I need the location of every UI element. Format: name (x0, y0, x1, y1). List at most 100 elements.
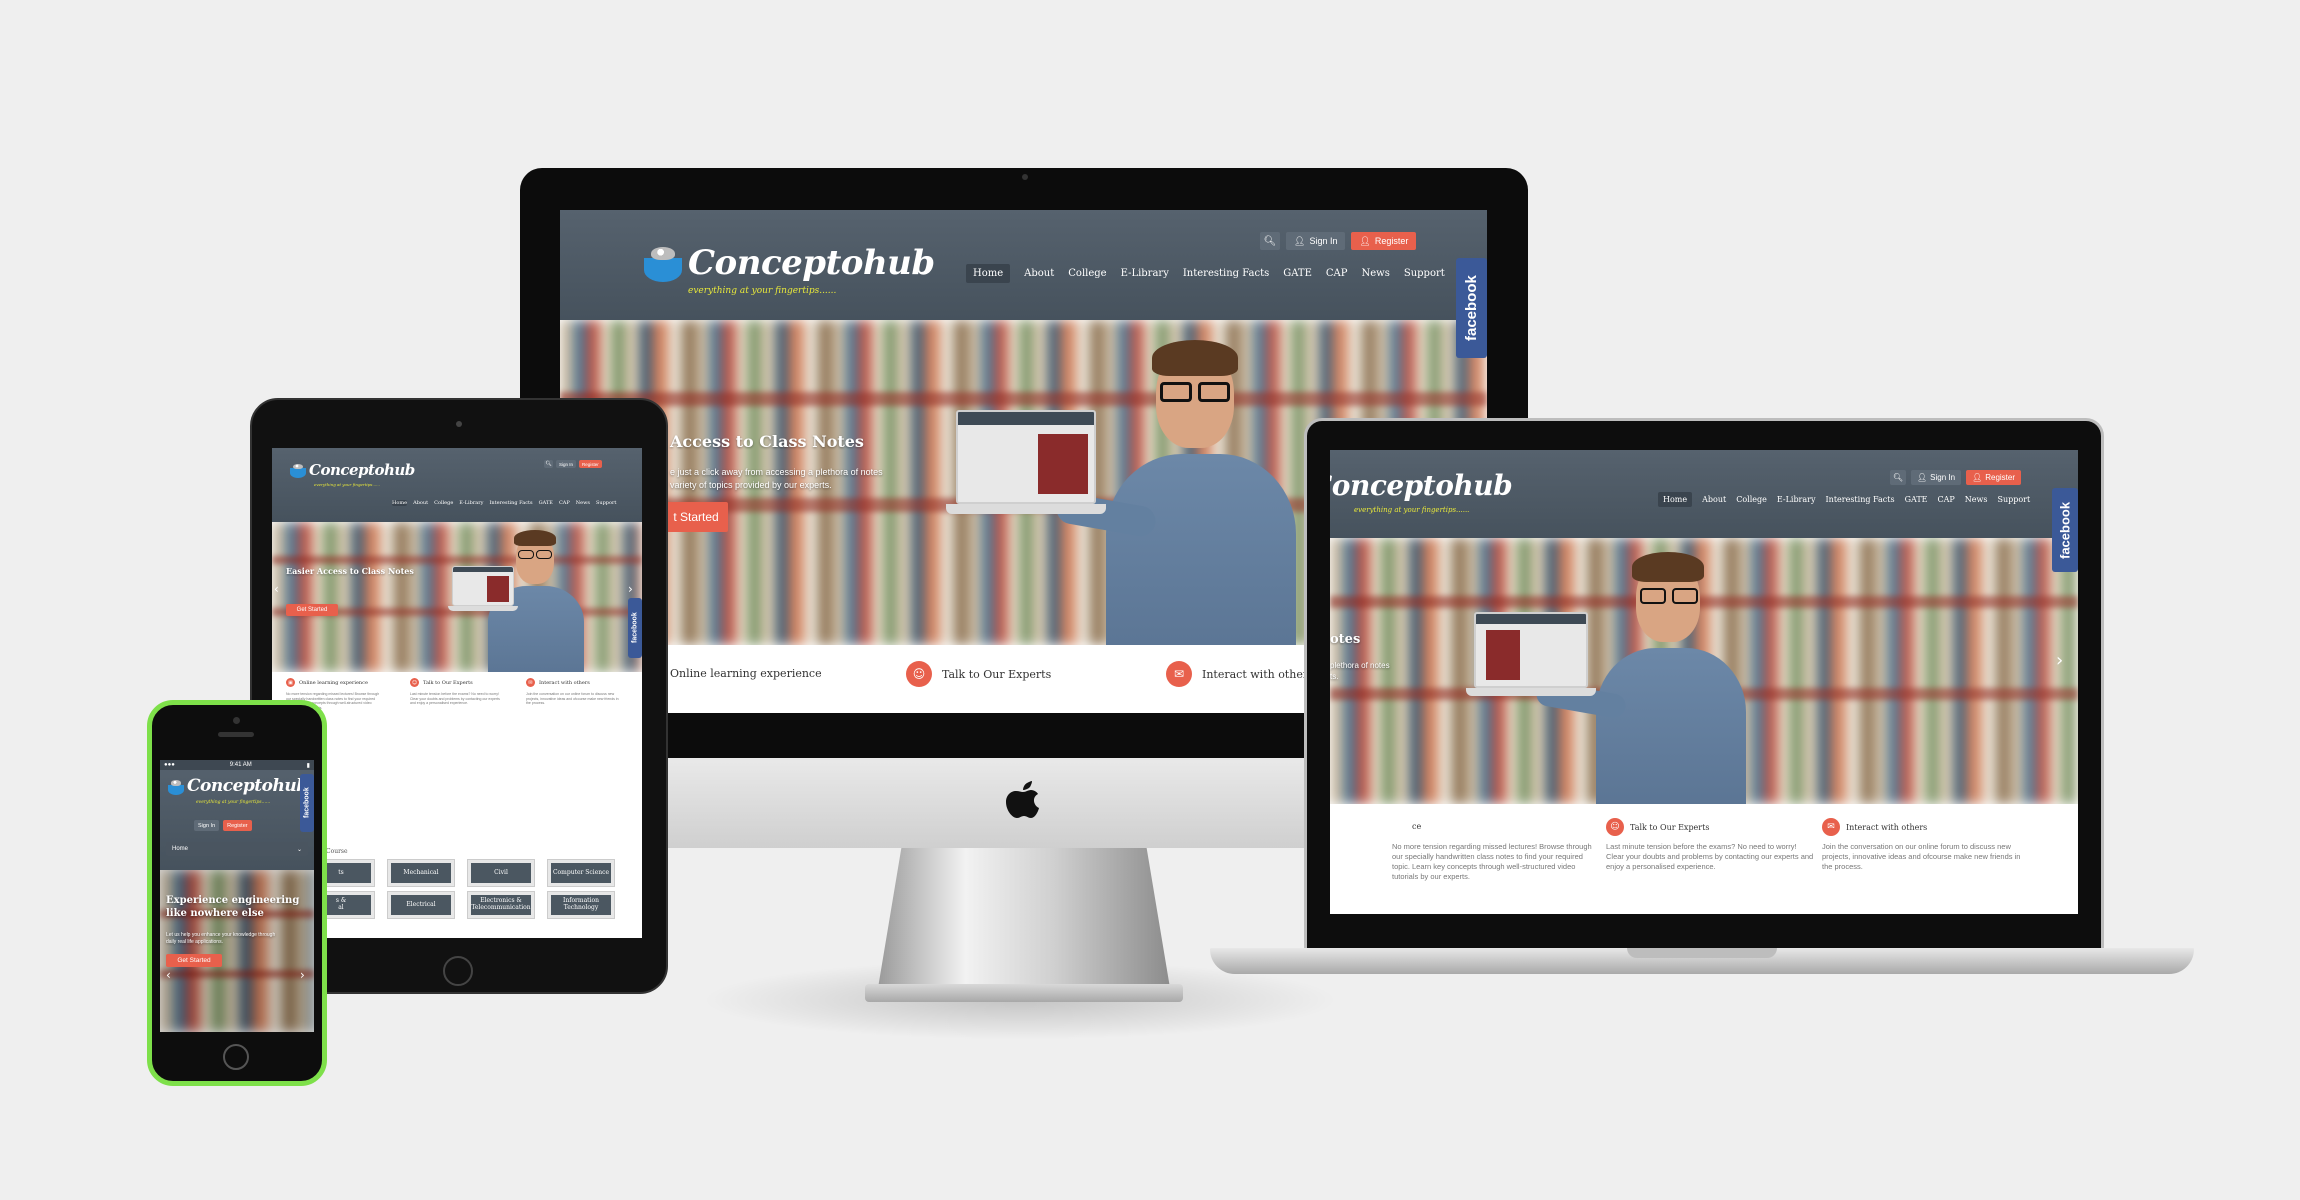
nav-support[interactable]: Support (1997, 495, 2030, 504)
nav-elibrary[interactable]: E-Library (459, 500, 483, 506)
sign-in-button[interactable]: Sign In (556, 460, 577, 468)
search-button[interactable]: 🔍︎ (1890, 470, 1906, 485)
chevron-right-icon[interactable]: › (300, 968, 305, 982)
signal-icon: ●●● (164, 762, 175, 768)
nav-news[interactable]: News (1361, 268, 1389, 279)
site-header: Conceptohub everything at your fingertip… (272, 448, 642, 522)
feature-description: Last minute tension before the exams? No… (1606, 842, 1814, 872)
iphone-home-button (223, 1044, 249, 1070)
user-icon: 👤︎ (1294, 235, 1306, 246)
chevron-left-icon[interactable]: ‹ (166, 968, 171, 982)
search-button[interactable]: 🔍︎ (1260, 232, 1280, 250)
apple-logo-icon (1006, 781, 1039, 818)
nav-home[interactable]: Home (1658, 492, 1693, 507)
course-tile[interactable]: Electronics & Telecommunication (468, 892, 534, 918)
nav-interesting-facts[interactable]: Interesting Facts (1183, 268, 1269, 279)
main-nav: Home About College E-Library Interesting… (392, 500, 616, 506)
features-row: ce No more tension regarding missed lect… (1330, 804, 2078, 914)
header-actions: 🔍︎ 👤︎ Sign In 👤︎ Register (1260, 232, 1417, 250)
expert-icon: ☺ (906, 661, 932, 687)
chevron-right-icon[interactable]: › (2056, 650, 2063, 671)
held-laptop-image (1486, 630, 1520, 680)
glasses-left (1640, 588, 1666, 604)
hero-cta-button[interactable]: Get Started (166, 954, 222, 967)
nav-interesting-facts[interactable]: Interesting Facts (489, 500, 532, 506)
feature-online-learning: ▣ Online learning experience (286, 678, 368, 687)
nav-support[interactable]: Support (596, 500, 616, 506)
facebook-tab[interactable]: facebook (1456, 258, 1487, 358)
nav-cap[interactable]: CAP (559, 500, 570, 506)
hero-description: e just a click away from accessing a ple… (670, 467, 883, 490)
sign-in-button[interactable]: 👤︎ Sign In (1286, 232, 1346, 250)
person-hair (1632, 552, 1704, 582)
nav-news[interactable]: News (576, 500, 590, 506)
feature-description: No more tension regarding missed lecture… (1392, 842, 1592, 882)
nav-gate[interactable]: GATE (539, 500, 553, 506)
nav-college[interactable]: College (434, 500, 453, 506)
nav-home[interactable]: Home (392, 500, 408, 506)
sign-in-button[interactable]: Sign In (194, 820, 220, 831)
hero-cta-button[interactable]: t Started (664, 502, 728, 532)
register-button[interactable]: 👤︎ Register (1351, 232, 1417, 250)
site-header: Conceptohub everything at your fingertip… (560, 210, 1487, 320)
logo[interactable]: Conceptohub everything at your fingertip… (290, 462, 415, 487)
nav-college[interactable]: College (1068, 268, 1106, 279)
chevron-right-icon[interactable]: › (628, 582, 633, 596)
register-button[interactable]: Register (223, 820, 252, 831)
status-time: 9:41 AM (229, 762, 252, 768)
course-tile[interactable]: Computer Science (548, 860, 614, 886)
held-laptop-screen (1474, 612, 1588, 688)
logo[interactable]: Conceptohub everything at your fingertip… (644, 244, 935, 296)
nav-about[interactable]: About (1702, 495, 1726, 504)
nav-college[interactable]: College (1736, 495, 1767, 504)
logo[interactable]: Conceptohub everything at your fingertip… (168, 778, 308, 805)
register-button[interactable]: 👤︎ Register (1966, 470, 2022, 485)
facebook-tab[interactable]: facebook (628, 598, 642, 658)
hero-slider: Experience engineering like nowhere else… (160, 870, 314, 1032)
chat-icon: ✉ (1822, 818, 1840, 836)
glasses-right (1672, 588, 1698, 604)
ipad-camera (456, 421, 462, 427)
search-button[interactable]: 🔍︎ (544, 460, 553, 468)
nav-elibrary[interactable]: E-Library (1121, 268, 1169, 279)
chevron-left-icon[interactable]: ‹ (274, 582, 279, 596)
course-tile[interactable]: Electrical (388, 892, 454, 918)
chat-icon: ✉ (1166, 661, 1192, 687)
course-tile[interactable]: Mechanical (388, 860, 454, 886)
feature-title: Interact with others (539, 679, 590, 686)
feature-online-learning: ce (1412, 822, 1421, 831)
logo[interactable]: Conceptohub everything at your fingertip… (1330, 469, 1513, 515)
nav-select-value: Home (172, 846, 189, 852)
feature-interact: ✉ Interact with others (1166, 661, 1314, 687)
nav-about[interactable]: About (413, 500, 428, 506)
nav-elibrary[interactable]: E-Library (1777, 495, 1816, 504)
nav-cap[interactable]: CAP (1938, 495, 1955, 504)
nav-news[interactable]: News (1965, 495, 1988, 504)
logo-text: Conceptohub (1330, 469, 1513, 502)
hero-slider: otes plethora of notes ts. › (1330, 538, 2078, 804)
feature-title: Online learning experience (299, 679, 368, 686)
facebook-tab[interactable]: facebook (300, 774, 314, 832)
nav-gate[interactable]: GATE (1905, 495, 1928, 504)
course-tile[interactable]: Information Technology (548, 892, 614, 918)
course-tile[interactable]: Civil (468, 860, 534, 886)
nav-cap[interactable]: CAP (1326, 268, 1348, 279)
nav-home[interactable]: Home (966, 264, 1011, 283)
nav-support[interactable]: Support (1404, 268, 1445, 279)
chevron-down-icon: ⌄ (296, 846, 302, 853)
nav-interesting-facts[interactable]: Interesting Facts (1826, 495, 1895, 504)
hero-cta-button[interactable]: Get Started (286, 604, 338, 616)
person-hair (514, 530, 556, 546)
feature-description: Join the conversation on our online foru… (1822, 842, 2021, 872)
header-actions: Sign In Register (194, 820, 252, 831)
nav-select[interactable]: Home ⌄ (166, 842, 308, 856)
iphone-speaker (218, 732, 254, 737)
nav-about[interactable]: About (1024, 268, 1054, 279)
facebook-tab[interactable]: facebook (2052, 488, 2078, 572)
nav-gate[interactable]: GATE (1283, 268, 1312, 279)
logo-tagline: everything at your fingertips...... (1354, 506, 1470, 514)
glasses-left (1160, 382, 1192, 402)
macbook-screen: Conceptohub everything at your fingertip… (1330, 450, 2078, 914)
register-button[interactable]: Register (579, 460, 602, 468)
sign-in-button[interactable]: 👤︎ Sign In (1911, 470, 1962, 485)
